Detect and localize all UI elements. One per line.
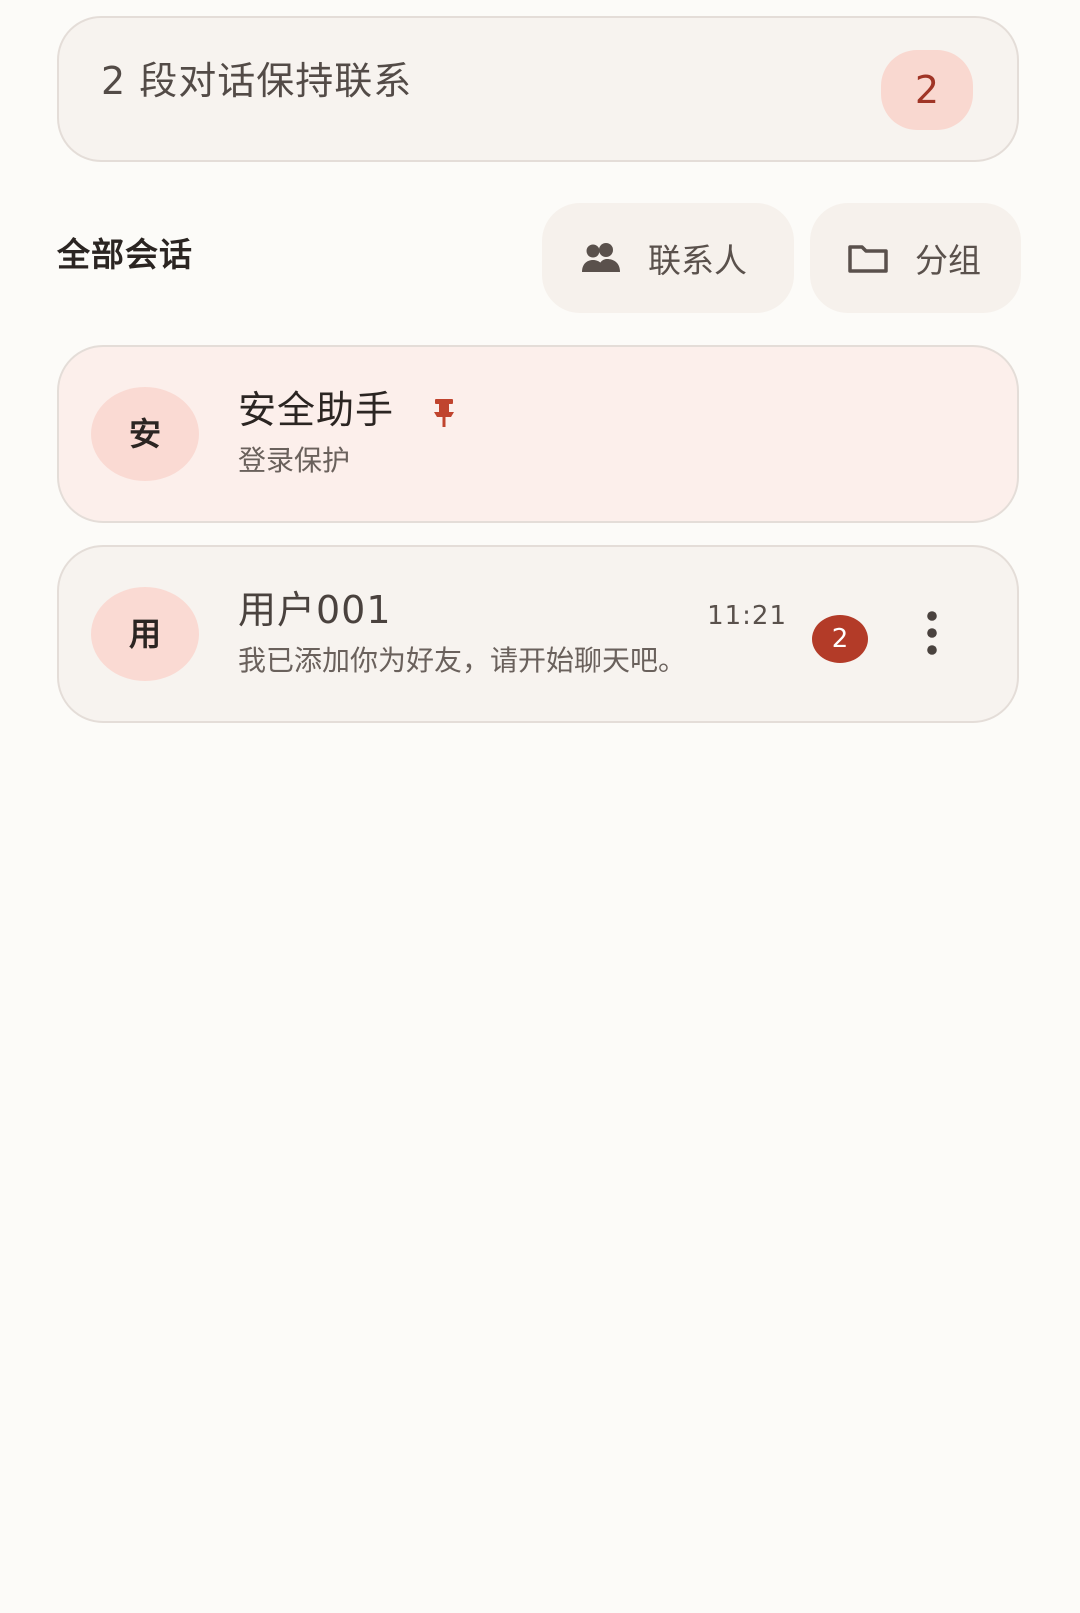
summary-count-badge: 2 <box>881 50 973 130</box>
folder-icon <box>843 238 893 278</box>
section-title: 全部会话 <box>57 235 193 274</box>
groups-button[interactable]: 分组 <box>810 203 1021 313</box>
contacts-label: 联系人 <box>648 241 747 280</box>
conversation-preview: 登录保护 <box>238 444 351 477</box>
pin-icon <box>431 397 457 429</box>
unread-badge: 2 <box>812 615 868 663</box>
contacts-button[interactable]: 联系人 <box>542 203 794 313</box>
avatar: 用 <box>91 587 199 681</box>
conversation-item-security-assistant[interactable]: 安 安全助手 登录保护 <box>57 345 1019 523</box>
connection-summary-card[interactable]: 2 段对话保持联系 2 <box>57 16 1019 162</box>
more-vertical-icon[interactable] <box>914 605 950 661</box>
people-icon <box>576 238 626 278</box>
conversation-time: 11:21 <box>707 601 787 631</box>
conversation-name: 安全助手 <box>238 388 395 432</box>
conversation-preview: 我已添加你为好友，请开始聊天吧。 <box>238 644 687 677</box>
avatar: 安 <box>91 387 199 481</box>
summary-text: 2 段对话保持联系 <box>101 59 413 103</box>
conversation-name: 用户001 <box>238 588 392 632</box>
conversation-item-user001[interactable]: 用 用户001 11:21 我已添加你为好友，请开始聊天吧。 2 <box>57 545 1019 723</box>
groups-label: 分组 <box>915 241 981 280</box>
conversation-list-page: 2 段对话保持联系 2 全部会话 联系人 分组 安 安全助手 登录保护 用 用户… <box>0 0 1080 1613</box>
